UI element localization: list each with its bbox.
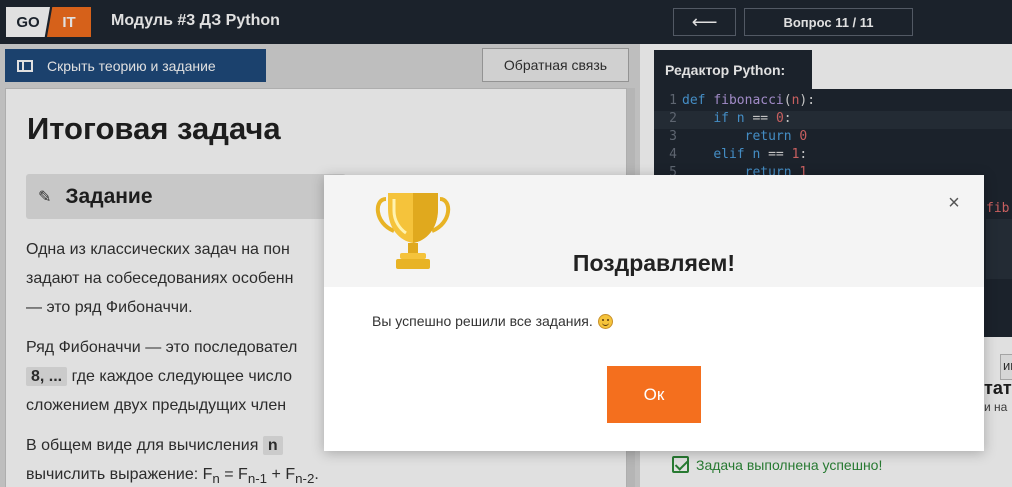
congrats-modal: × Поздравляем! Вы успешно решили все зад… bbox=[324, 175, 984, 451]
close-icon[interactable]: × bbox=[944, 192, 964, 214]
smiley-icon bbox=[597, 313, 613, 329]
modal-message: Вы успешно решили все задания. bbox=[372, 313, 613, 329]
modal-header: × Поздравляем! bbox=[324, 175, 984, 287]
modal-title: Поздравляем! bbox=[572, 250, 736, 276]
modal-message-text: Вы успешно решили все задания. bbox=[372, 313, 593, 329]
ok-button[interactable]: Ок bbox=[607, 366, 701, 423]
